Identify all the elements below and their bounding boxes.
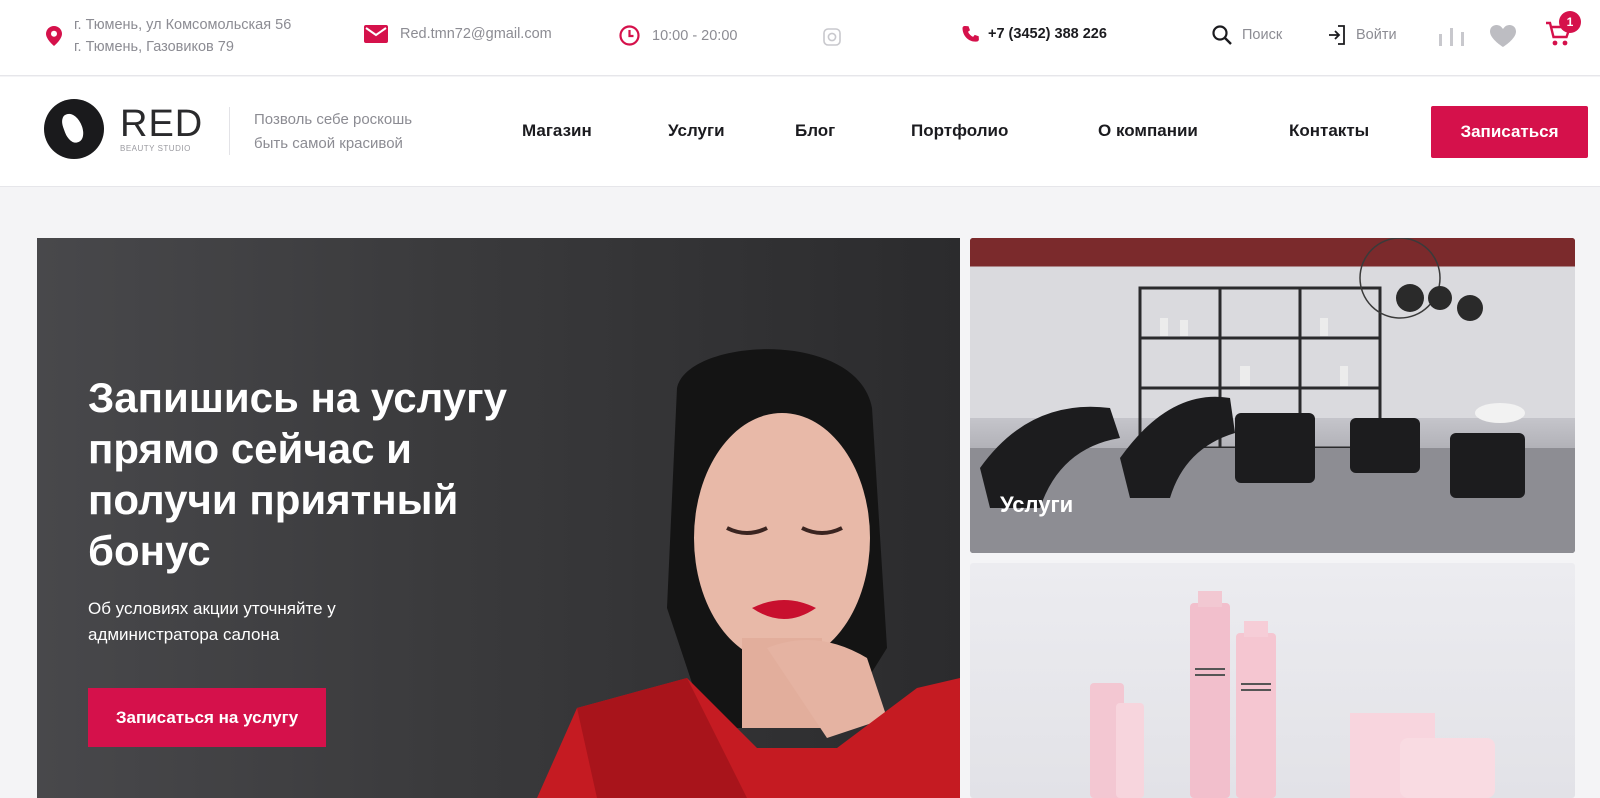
nav-about[interactable]: О компании [1098, 121, 1198, 141]
favorites-button[interactable] [1489, 24, 1517, 48]
phone-link[interactable]: +7 (3452) 388 226 [962, 25, 1107, 43]
working-hours: 10:00 - 20:00 [619, 25, 737, 46]
location-pin-icon [46, 26, 62, 46]
cosmetics-products-photo [1090, 591, 1495, 798]
search-label: Поиск [1242, 27, 1283, 43]
hours-text: 10:00 - 20:00 [652, 27, 738, 44]
login-icon [1328, 25, 1346, 45]
hero-banner: Запишись на услугу прямо сейчас и получи… [37, 238, 960, 798]
book-service-button[interactable]: Записаться на услугу [88, 688, 326, 747]
heart-icon [1489, 24, 1517, 48]
hero-subtitle: Об условиях акции уточняйте у администра… [88, 599, 336, 644]
address-line-1: г. Тюмень, ул Комсомольская 56 [74, 17, 292, 33]
instagram-link[interactable] [823, 28, 841, 46]
logo-emblem [44, 99, 104, 159]
login-label: Войти [1356, 27, 1397, 43]
phone-text: +7 (3452) 388 226 [988, 26, 1107, 42]
instagram-icon [823, 28, 841, 46]
address-block: г. Тюмень, ул Комсомольская 56 г. Тюмень… [46, 14, 291, 58]
slogan: Позволь себе роскошь быть самой красивой [254, 111, 413, 152]
search-button[interactable]: Поиск [1202, 25, 1282, 45]
clock-icon [619, 25, 640, 46]
logo-subtitle: BEAUTY STUDIO [120, 143, 191, 153]
services-tile-label: Услуги [1000, 492, 1074, 517]
nav-blog[interactable]: Блог [795, 121, 835, 141]
address-line-2: г. Тюмень, Газовиков 79 [74, 39, 234, 55]
nav-services[interactable]: Услуги [668, 121, 725, 141]
services-tile[interactable]: Услуги [970, 238, 1575, 553]
signup-button[interactable]: Записаться [1431, 106, 1588, 158]
hero-model-photo [537, 349, 960, 798]
nav-shop[interactable]: Магазин [522, 121, 592, 141]
nav-portfolio[interactable]: Портфолио [911, 121, 1008, 141]
login-button[interactable]: Войти [1318, 25, 1397, 45]
search-icon [1212, 25, 1232, 45]
email-link[interactable]: Red.tmn72@gmail.com [364, 25, 552, 43]
phone-icon [962, 25, 980, 43]
site-logo[interactable]: RED BEAUTY STUDIO [44, 99, 203, 159]
main-header: RED BEAUTY STUDIO Позволь себе роскошь б… [0, 77, 1600, 187]
email-text: Red.tmn72@gmail.com [400, 26, 552, 42]
hero-title: Запишись на услугу прямо сейчас и получи… [88, 374, 507, 574]
logo-title: RED [120, 102, 204, 145]
compare-button[interactable] [1437, 24, 1467, 48]
logo-divider [229, 107, 230, 155]
nav-contacts[interactable]: Контакты [1289, 121, 1369, 141]
cart-count-badge: 1 [1559, 11, 1581, 33]
compare-icon [1437, 24, 1467, 48]
products-tile[interactable] [970, 563, 1575, 798]
mail-icon [364, 25, 388, 43]
top-bar: г. Тюмень, ул Комсомольская 56 г. Тюмень… [0, 0, 1600, 76]
